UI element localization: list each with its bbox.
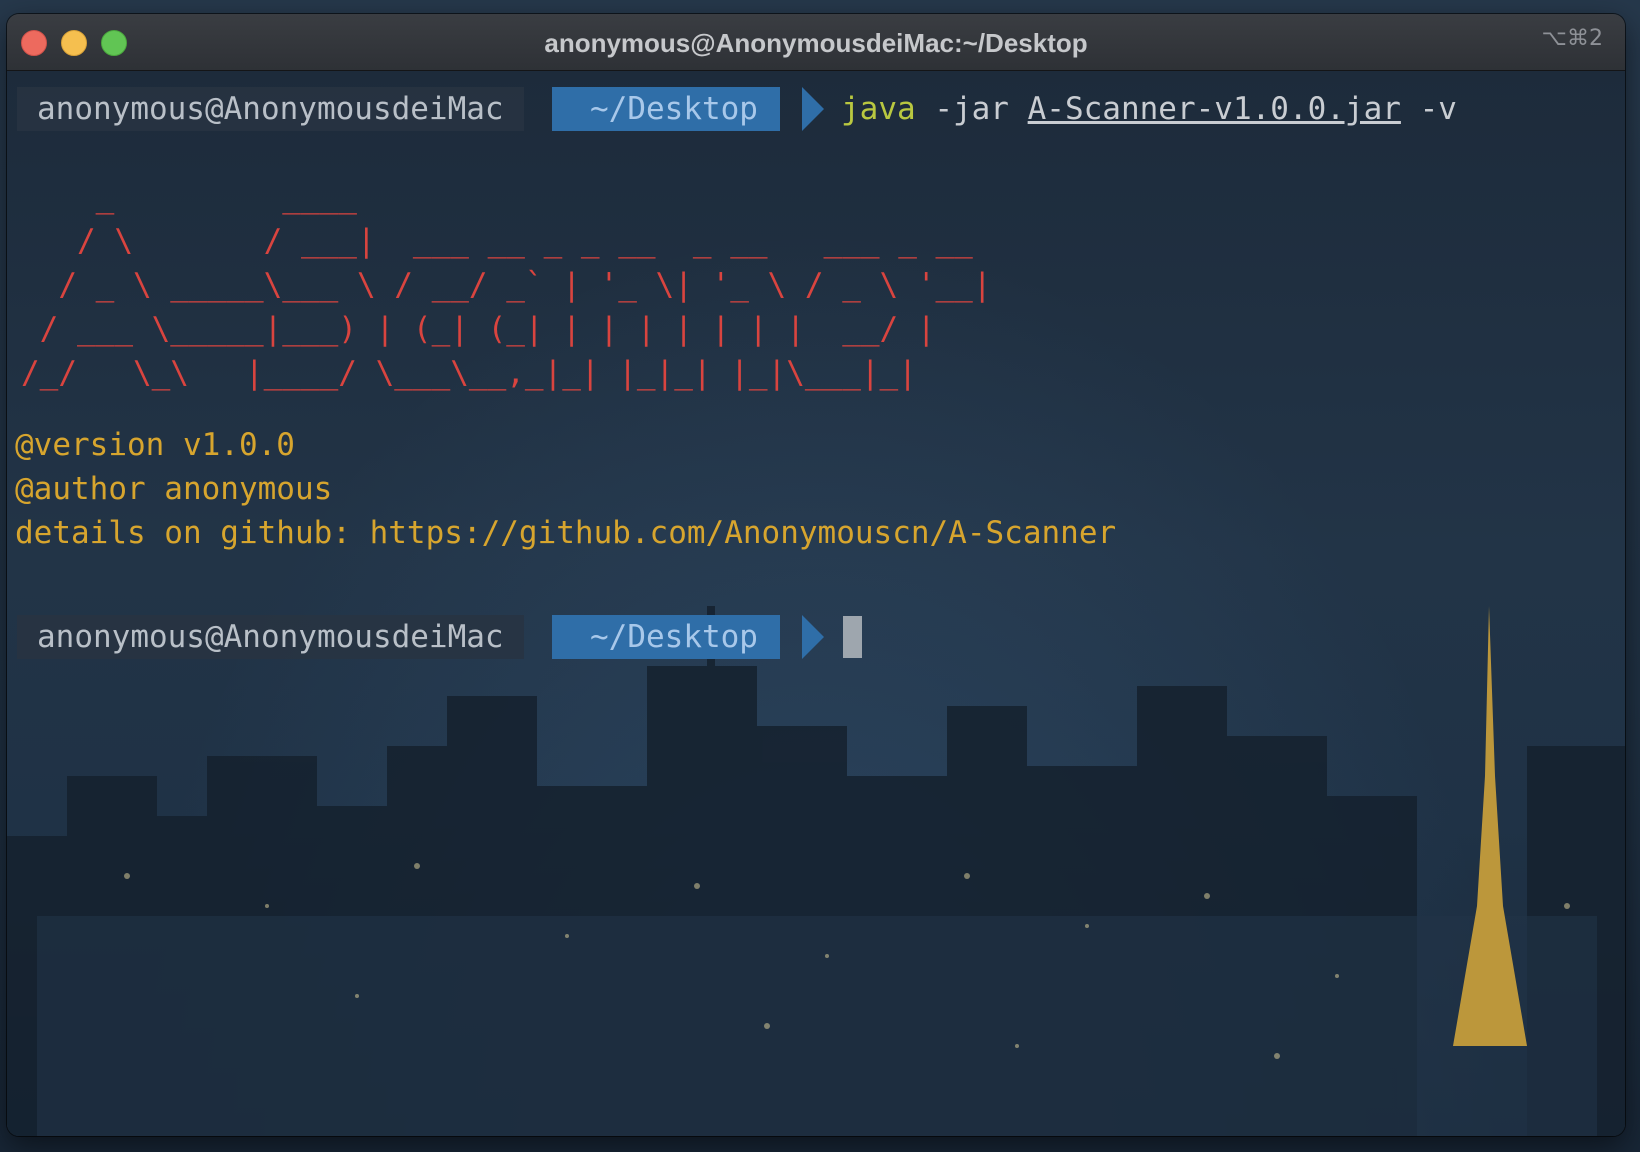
command-line[interactable]: java -jar A-Scanner-v1.0.0.jar -v (841, 87, 1457, 131)
terminal-window[interactable]: anonymous@AnonymousdeiMac:~/Desktop ⌥⌘2 (7, 14, 1625, 1136)
ascii-banner-line: / ___ \_____|___) | (_| (_| | | | | | | … (21, 311, 936, 347)
ascii-banner-line: / \ / ___| ___ __ _ _ __ _ __ ___ _ __ (21, 223, 973, 259)
ascii-banner-line: _ ____ (21, 179, 357, 215)
author-line: @author anonymous (15, 471, 333, 507)
version-line: @version v1.0.0 (15, 427, 295, 463)
title-bar[interactable]: anonymous@AnonymousdeiMac:~/Desktop ⌥⌘2 (7, 14, 1625, 71)
prompt-directory-segment: ~/Desktop (552, 615, 780, 659)
city-skyline-background (7, 606, 1625, 1136)
ascii-banner-line: / _ \ _____\___ \ / __/ _` | '_ \| '_ \ … (21, 267, 992, 303)
text-cursor[interactable] (843, 616, 862, 658)
prompt-user-segment: anonymous@AnonymousdeiMac (17, 615, 524, 659)
github-details-line[interactable]: details on github: https://github.com/An… (15, 511, 1116, 555)
command-file-link[interactable]: A-Scanner-v1.0.0.jar (1028, 91, 1401, 127)
window-title: anonymous@AnonymousdeiMac:~/Desktop (544, 28, 1088, 58)
prompt-directory-segment: ~/Desktop (552, 87, 780, 131)
command-binary: java (841, 91, 916, 127)
ascii-banner-line: /_/ \_\ |____/ \___\__,_|_| |_|_| |_|\__… (21, 355, 917, 391)
terminal-content[interactable]: anonymous@AnonymousdeiMac ~/Desktop java… (7, 71, 1625, 1136)
prompt-user-segment: anonymous@AnonymousdeiMac (17, 87, 524, 131)
prompt-arrow-icon (802, 615, 824, 659)
tab-shortcut-label: ⌥⌘2 (1541, 26, 1603, 51)
command-flag: -jar (915, 91, 1028, 127)
command-arg: -v (1400, 91, 1457, 127)
prompt-arrow-icon (802, 87, 824, 131)
